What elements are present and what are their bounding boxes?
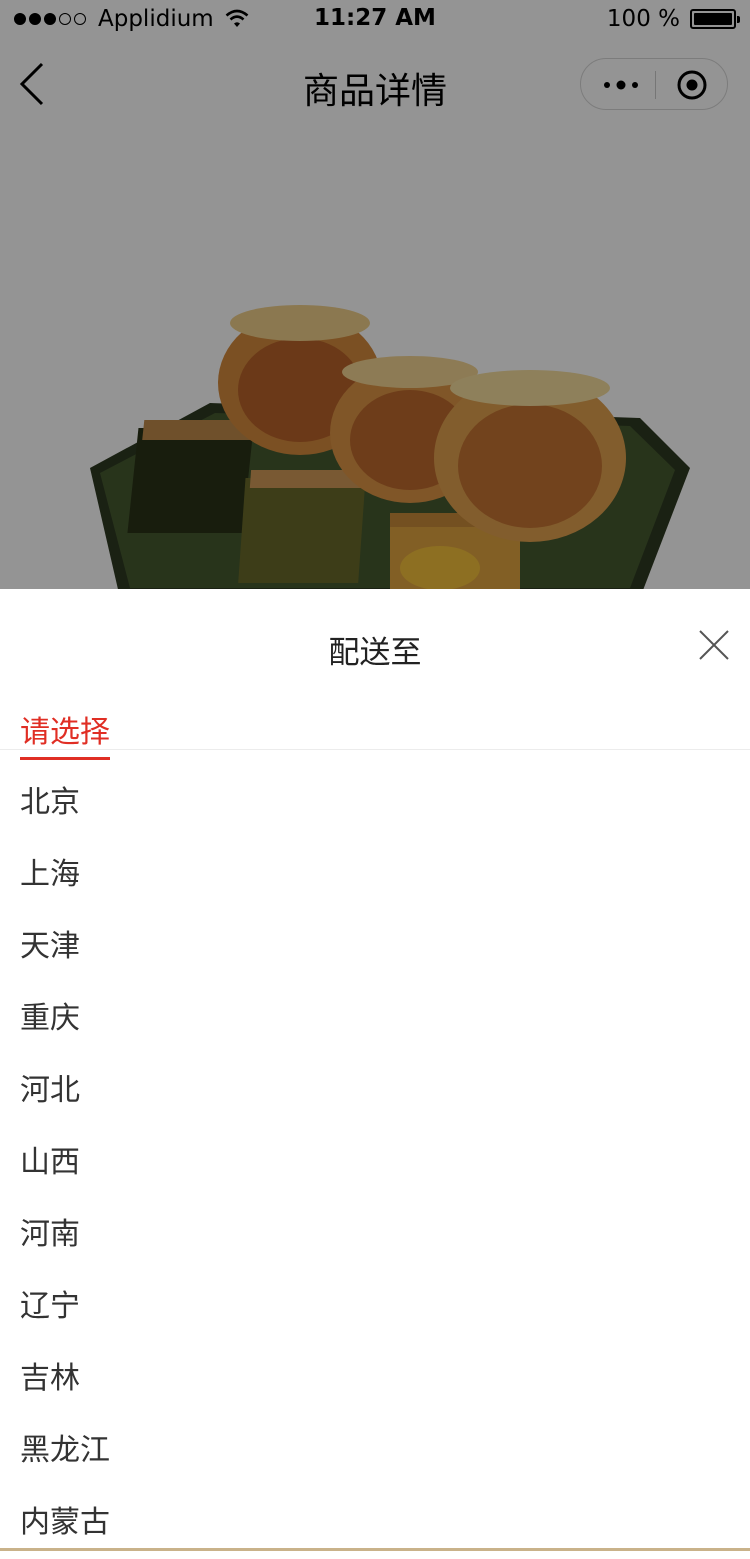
modal-backdrop[interactable] bbox=[0, 0, 750, 589]
close-icon[interactable] bbox=[698, 629, 730, 661]
tab-please-select[interactable]: 请选择 bbox=[20, 707, 110, 760]
list-item[interactable]: 天津 bbox=[0, 911, 750, 983]
sheet-title: 配送至 bbox=[328, 635, 422, 671]
delivery-address-sheet: 配送至 请选择 北京 上海 天津 重庆 河北 山西 河南 辽宁 吉林 黑龙江 内… bbox=[0, 589, 750, 1551]
list-item[interactable]: 北京 bbox=[0, 767, 750, 839]
selection-tabs: 请选择 bbox=[0, 701, 750, 760]
list-item[interactable]: 黑龙江 bbox=[0, 1415, 750, 1487]
list-item[interactable]: 吉林 bbox=[0, 1343, 750, 1415]
list-item[interactable]: 上海 bbox=[0, 839, 750, 911]
list-item[interactable]: 辽宁 bbox=[0, 1271, 750, 1343]
list-item[interactable]: 重庆 bbox=[0, 983, 750, 1055]
list-item[interactable]: 河北 bbox=[0, 1055, 750, 1127]
list-item[interactable]: 河南 bbox=[0, 1199, 750, 1271]
province-list: 北京 上海 天津 重庆 河北 山西 河南 辽宁 吉林 黑龙江 内蒙古 bbox=[0, 767, 750, 1559]
list-item[interactable]: 山西 bbox=[0, 1127, 750, 1199]
